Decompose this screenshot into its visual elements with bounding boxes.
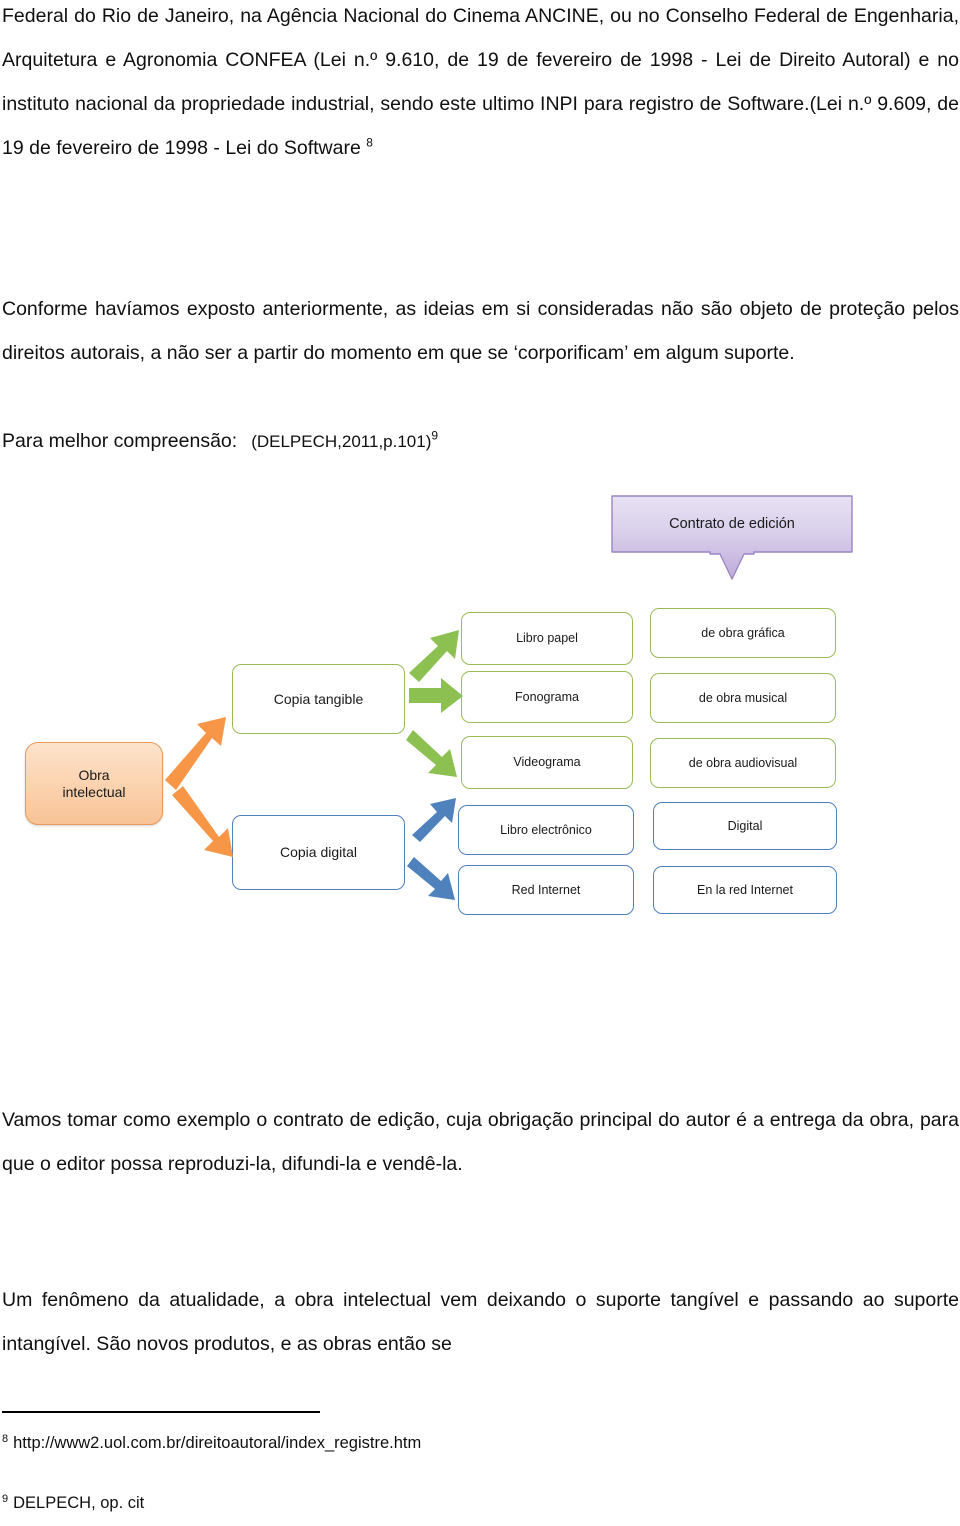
node-obra-intelectual-line1: Obra bbox=[78, 766, 110, 783]
compreensao-citation: (DELPECH,2011,p.101) bbox=[251, 432, 432, 451]
node-copia-tangible: Copia tangible bbox=[232, 664, 405, 734]
node-digital: Digital bbox=[653, 802, 837, 850]
footnote-8-text: http://www2.uol.com.br/direitoautoral/in… bbox=[13, 1434, 422, 1452]
paragraph-registro: Federal do Rio de Janeiro, na Agência Na… bbox=[2, 0, 959, 170]
paragraph-compreensao: Para melhor compreensão: (DELPECH,2011,p.… bbox=[2, 419, 702, 464]
compreensao-lead: Para melhor compreensão: bbox=[2, 430, 238, 452]
node-en-la-red-internet: En la red Internet bbox=[653, 866, 837, 914]
node-de-obra-audiovisual: de obra audiovisual bbox=[650, 738, 836, 788]
footnote-9: 9 DELPECH, op. cit bbox=[2, 1492, 144, 1514]
paragraph-registro-text: Federal do Rio de Janeiro, na Agência Na… bbox=[2, 5, 959, 159]
node-libro-papel: Libro papel bbox=[461, 612, 633, 665]
node-videograma: Videograma bbox=[461, 736, 633, 789]
node-de-obra-musical: de obra musical bbox=[650, 673, 836, 723]
footnote-8-marker: 8 bbox=[2, 1432, 9, 1445]
footnote-ref-9: 9 bbox=[431, 428, 439, 443]
footnote-ref-8: 8 bbox=[366, 135, 373, 150]
node-red-internet: Red Internet bbox=[458, 865, 634, 915]
node-de-obra-grafica: de obra gráfica bbox=[650, 608, 836, 658]
footnote-9-text: DELPECH, op. cit bbox=[13, 1494, 145, 1512]
footnote-8: 8 http://www2.uol.com.br/direitoautoral/i… bbox=[2, 1432, 421, 1454]
paragraph-fenomeno: Um fenômeno da atualidade, a obra intele… bbox=[2, 1289, 959, 1355]
paragraph-conforme: Conforme havíamos exposto anteriormente,… bbox=[2, 298, 959, 364]
node-obra-intelectual-line2: intelectual bbox=[62, 783, 126, 800]
contrato-de-edicion-shape bbox=[611, 495, 853, 581]
node-fonograma: Fonograma bbox=[461, 671, 633, 723]
node-copia-digital: Copia digital bbox=[232, 815, 405, 890]
footnote-separator bbox=[2, 1411, 320, 1413]
footnote-9-marker: 9 bbox=[2, 1492, 9, 1505]
node-libro-electronico: Libro electrônico bbox=[458, 805, 634, 855]
paragraph-vamos: Vamos tomar como exemplo o contrato de e… bbox=[2, 1109, 959, 1175]
node-obra-intelectual: Obra intelectual bbox=[25, 742, 163, 825]
